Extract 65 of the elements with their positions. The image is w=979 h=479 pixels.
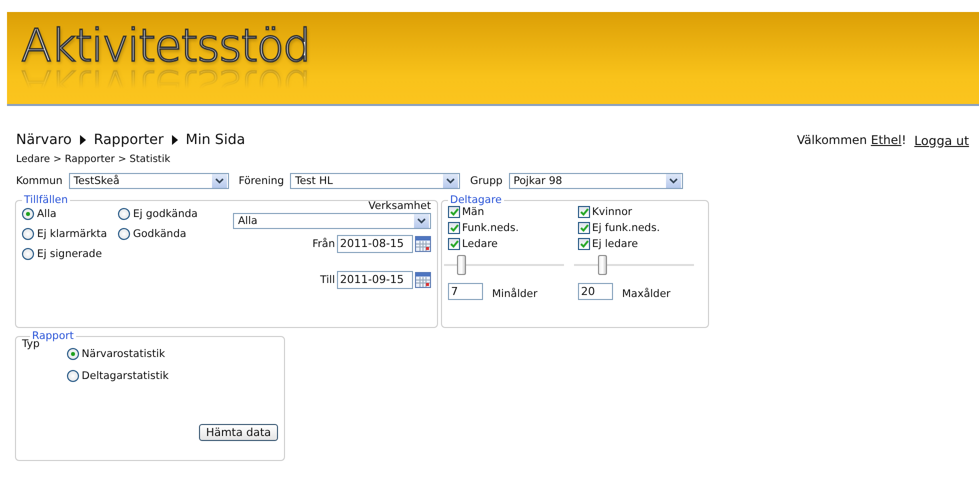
arrow-icon xyxy=(172,135,178,145)
checkbox[interactable] xyxy=(448,238,460,250)
radio-button[interactable] xyxy=(22,208,34,220)
filter-label: Förening xyxy=(238,175,284,187)
logo: Aktivitetsstöd xyxy=(21,20,310,72)
checkbox-label: Ej funk.neds. xyxy=(592,222,660,234)
slider-thumb[interactable] xyxy=(598,255,608,275)
slider-thumb[interactable] xyxy=(457,255,466,275)
breadcrumb: Ledare > Rapporter > Statistik xyxy=(16,154,172,165)
checkbox[interactable] xyxy=(448,206,460,218)
radio-label: Ej godkända xyxy=(133,208,198,220)
nav-link[interactable]: Min Sida xyxy=(186,132,246,148)
radio-button[interactable] xyxy=(118,228,130,240)
caret-icon xyxy=(417,218,426,224)
field-label: Till xyxy=(320,274,335,286)
checkbox[interactable] xyxy=(578,238,590,250)
arrow-icon xyxy=(80,135,86,145)
filter-label: Grupp xyxy=(470,175,503,187)
radio-button[interactable] xyxy=(118,208,130,220)
checkbox[interactable] xyxy=(578,206,590,218)
filter-label: Kommun xyxy=(16,175,63,187)
dropdown[interactable]: Pojkar 98 xyxy=(508,173,683,189)
nav-link[interactable]: Rapporter xyxy=(94,132,164,148)
panel-legend: Deltagare xyxy=(448,194,504,206)
panel-legend: Tillfällen xyxy=(22,194,70,206)
age-slider[interactable] xyxy=(444,253,564,277)
radio-label: Godkända xyxy=(133,228,186,240)
checkbox[interactable] xyxy=(578,222,590,234)
welcome-text: Välkommen Ethel! xyxy=(796,133,906,147)
caret-icon xyxy=(668,178,678,184)
checkbox-label: Kvinnor xyxy=(592,206,632,218)
checkbox[interactable] xyxy=(448,222,460,234)
caret-icon xyxy=(446,178,456,184)
field-label: Maxålder xyxy=(622,288,671,300)
checkbox-label: Ledare xyxy=(462,238,498,250)
fetch-data-button[interactable]: Hämta data xyxy=(198,424,278,441)
nav-link[interactable]: Närvaro xyxy=(16,132,72,148)
field-label: Minålder xyxy=(492,288,538,300)
radio-button[interactable] xyxy=(22,248,34,260)
field-label: Verksamhet xyxy=(368,200,431,212)
date-field[interactable]: 2011-09-15 xyxy=(337,271,413,289)
calendar-icon[interactable] xyxy=(415,236,431,252)
age-field[interactable]: 20 xyxy=(578,283,613,300)
radio-button[interactable] xyxy=(22,228,34,240)
checkbox-label: Män xyxy=(462,206,484,218)
caret-icon xyxy=(214,178,224,184)
dropdown[interactable]: TestSkeå xyxy=(68,173,229,189)
date-field[interactable]: 2011-08-15 xyxy=(337,235,413,253)
radio-label: Alla xyxy=(37,208,56,220)
radio-label: Ej signerade xyxy=(37,248,102,260)
age-field[interactable]: 7 xyxy=(448,283,483,300)
field-label: Från xyxy=(312,238,335,250)
dropdown[interactable]: Test HL xyxy=(290,173,460,189)
age-slider[interactable] xyxy=(574,253,694,277)
radio-label: Ej klarmärkta xyxy=(37,228,108,240)
radio-label: Närvarostatistik xyxy=(82,348,166,360)
logout-link[interactable]: Logga ut xyxy=(914,132,969,148)
radio-label: Deltagarstatistik xyxy=(82,370,169,382)
calendar-icon[interactable] xyxy=(415,272,431,288)
checkbox-label: Funk.neds. xyxy=(462,222,519,234)
dropdown[interactable]: Alla xyxy=(233,213,431,229)
user-link[interactable]: Ethel xyxy=(870,133,902,147)
radio-button[interactable] xyxy=(66,370,79,382)
checkbox-label: Ej ledare xyxy=(592,238,638,250)
radio-button[interactable] xyxy=(66,348,79,360)
